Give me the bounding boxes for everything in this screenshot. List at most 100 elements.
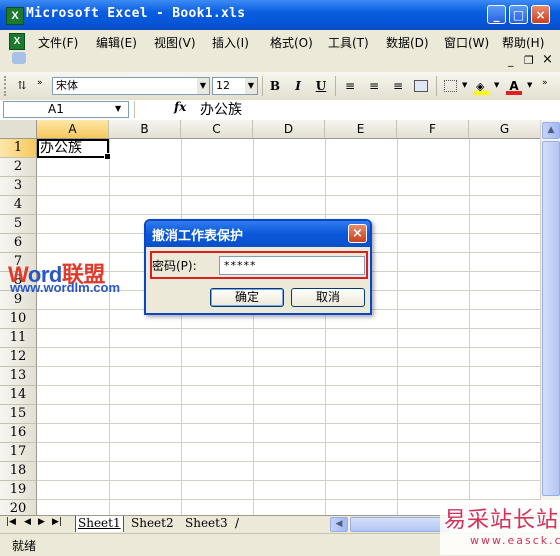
toolbar-grip[interactable] [4,76,9,96]
align-left-icon[interactable]: ≡ [340,77,360,95]
toolbar-separator [335,76,336,96]
sheet-tab-2[interactable]: Sheet2 [129,516,176,532]
password-input[interactable]: ***** [219,256,365,275]
font-size-select[interactable]: 12 ▼ [212,77,258,95]
row-header[interactable]: 1 [0,139,37,158]
formula-input[interactable]: 办公族 [200,99,242,119]
cancel-button[interactable]: 取消 [291,288,365,307]
column-header-g[interactable]: G [469,120,540,139]
grid-line [37,328,540,329]
sheet-tab-3[interactable]: Sheet3 [183,516,230,532]
next-sheet-button[interactable]: ▶ [38,517,45,527]
cell-a1[interactable]: 办公族 [37,139,111,160]
menu-edit[interactable]: 编辑(E) [96,34,137,51]
worksheet-grid[interactable]: A B C D E F G 1 2 3 4 5 6 7 8 9 10 11 12… [0,120,540,515]
fx-icon[interactable]: fx [174,100,186,114]
grid-line [37,385,540,386]
easck-watermark-url: www.easck.com [470,534,560,547]
status-text: 就绪 [12,539,37,553]
menu-window[interactable]: 窗口(W) [444,34,489,51]
fill-handle[interactable] [104,153,111,160]
column-header-c[interactable]: C [181,120,253,139]
toolbar-chevron-icon[interactable]: » [37,78,43,88]
sort-icon[interactable]: ⇅ [12,77,32,95]
prev-sheet-button[interactable]: ◀ [24,517,31,527]
font-color-icon[interactable]: A [504,77,524,95]
menu-data[interactable]: 数据(D) [386,34,429,51]
close-button[interactable]: × [531,5,550,24]
row-header[interactable]: 19 [0,481,37,500]
grid-line [37,366,540,367]
scroll-thumb[interactable] [542,141,560,496]
row-header[interactable]: 17 [0,443,37,462]
scroll-up-button[interactable]: ▲ [542,122,560,139]
menu-tools[interactable]: 工具(T) [328,34,369,51]
fill-color-icon[interactable]: ◈ [472,77,492,95]
font-name-select[interactable]: 宋体 ▼ [52,77,210,95]
row-header[interactable]: 2 [0,158,37,177]
underline-button[interactable]: U [311,77,331,95]
row-header[interactable]: 6 [0,234,37,253]
sheet-tab-1[interactable]: Sheet1 [75,516,124,532]
align-center-icon[interactable]: ≡ [364,77,384,95]
align-right-icon[interactable]: ≡ [388,77,408,95]
doc-close-button[interactable]: × [542,52,553,67]
chevron-down-icon[interactable]: ▼ [527,81,532,89]
maximize-button[interactable]: □ [509,5,528,24]
row-header[interactable]: 5 [0,215,37,234]
grid-line [37,461,540,462]
column-header-d[interactable]: D [253,120,325,139]
column-header-f[interactable]: F [397,120,469,139]
row-header[interactable]: 13 [0,367,37,386]
grid-line [37,176,540,177]
borders-icon[interactable] [441,77,461,95]
menu-help[interactable]: 帮助(H) [502,34,544,51]
doc-icon[interactable]: X [6,33,25,50]
toolbar-separator [436,76,437,96]
row-header[interactable]: 12 [0,348,37,367]
last-sheet-button[interactable]: ▶| [52,517,62,527]
menu-insert[interactable]: 插入(I) [212,34,249,51]
grid-line [37,195,540,196]
merge-center-icon[interactable] [411,77,431,95]
column-header-b[interactable]: B [109,120,181,139]
row-header[interactable]: 10 [0,310,37,329]
name-box[interactable]: A1 [3,101,129,118]
window-title: Microsoft Excel - Book1.xls [26,6,246,21]
menu-format[interactable]: 格式(O) [270,34,313,51]
column-header-e[interactable]: E [325,120,397,139]
excel-icon[interactable]: X [6,7,24,25]
doc-restore-button[interactable]: ❐ [524,54,534,67]
easck-watermark-title: 易采站长站 [444,508,560,533]
easck-watermark: 易采站长站 www.easck.com [440,500,560,555]
toolbar-options-icon[interactable] [12,52,26,64]
chevron-down-icon[interactable]: ▼ [462,81,467,89]
row-header[interactable]: 4 [0,196,37,215]
chevron-down-icon[interactable]: ▼ [494,81,499,89]
row-header[interactable]: 3 [0,177,37,196]
menu-file[interactable]: 文件(F) [38,34,78,51]
toolbar-chevron-icon[interactable]: » [542,78,548,88]
chevron-down-icon[interactable]: ▼ [115,104,121,113]
select-all-corner[interactable] [0,120,37,139]
row-header[interactable]: 11 [0,329,37,348]
hscroll-thumb[interactable] [350,517,450,532]
doc-minimize-button[interactable]: _ [508,54,514,67]
italic-button[interactable]: I [288,77,308,95]
column-header-a[interactable]: A [37,120,109,139]
row-header[interactable]: 18 [0,462,37,481]
menu-view[interactable]: 视图(V) [154,34,196,51]
dialog-close-icon[interactable]: × [348,224,367,243]
scroll-left-button[interactable]: ◀ [330,517,348,532]
row-header[interactable]: 15 [0,405,37,424]
vertical-scrollbar[interactable]: ▲ [540,120,560,515]
row-header[interactable]: 20 [0,500,37,515]
minimize-button[interactable]: _ [487,5,506,24]
row-header[interactable]: 16 [0,424,37,443]
row-header[interactable]: 14 [0,386,37,405]
bold-button[interactable]: B [265,77,285,95]
first-sheet-button[interactable]: |◀ [6,517,16,527]
dialog-title-bar[interactable]: 撤消工作表保护 × [146,221,370,247]
unprotect-sheet-dialog: 撤消工作表保护 × 密码(P): ***** 确定 取消 [144,219,372,315]
ok-button[interactable]: 确定 [210,288,284,307]
